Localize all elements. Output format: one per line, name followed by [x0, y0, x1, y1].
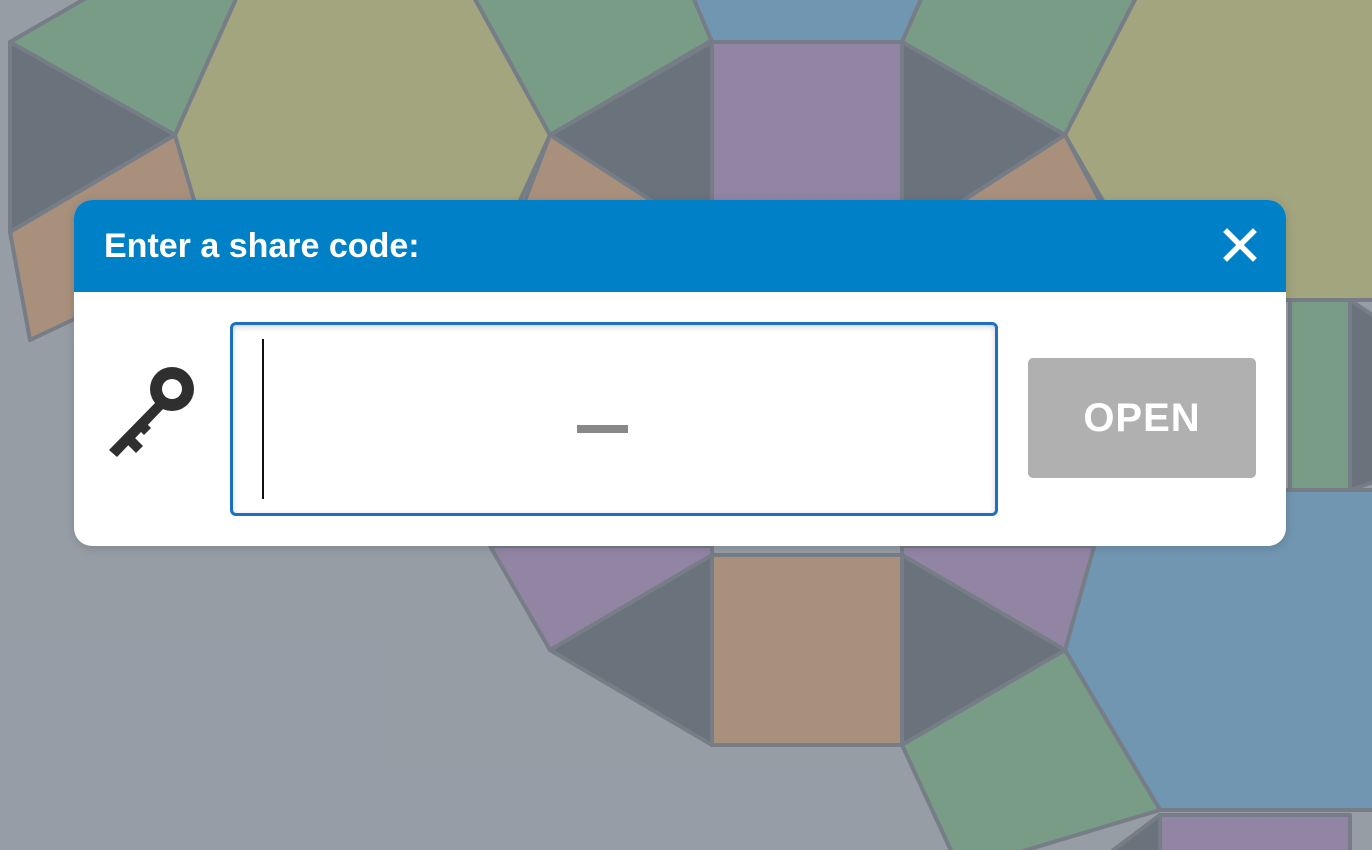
dialog-header: Enter a share code: [74, 200, 1286, 292]
dialog-title: Enter a share code: [104, 227, 420, 265]
share-code-input[interactable] [233, 325, 995, 513]
close-button[interactable] [1214, 220, 1266, 270]
close-icon [1223, 228, 1257, 262]
key-icon [109, 367, 194, 457]
app-screen: Enter a share code: OPEN [0, 0, 1372, 850]
open-button[interactable]: OPEN [1028, 358, 1256, 478]
share-code-field[interactable] [230, 322, 998, 516]
text-caret [262, 339, 264, 499]
placeholder-dash [577, 425, 628, 433]
